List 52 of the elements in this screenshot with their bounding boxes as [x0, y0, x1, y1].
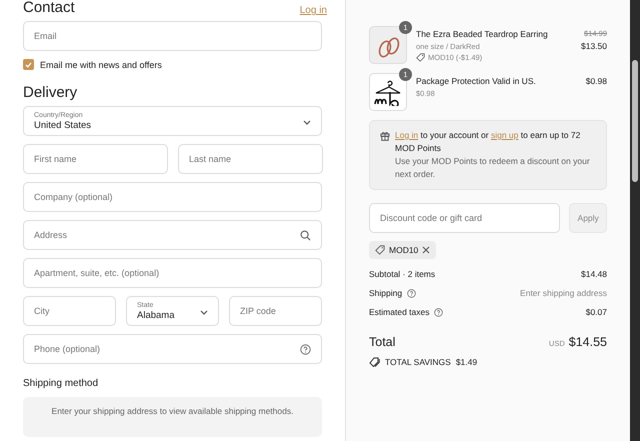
input-field[interactable]: City	[23, 296, 116, 326]
summary-label: Estimated taxes	[369, 307, 430, 317]
tag-icon	[416, 53, 425, 62]
section-heading: Contact	[23, 0, 75, 16]
chevron-down-icon	[303, 120, 311, 125]
savings-label: TOTAL SAVINGS	[385, 357, 451, 367]
points-message: Log in to your account or sign up to earn up to 72 MOD Points	[395, 129, 582, 155]
hanger-logo-drawing	[373, 80, 403, 106]
search-icon	[300, 230, 311, 240]
total-value: $14.55	[568, 335, 607, 349]
price: $0.98	[586, 76, 607, 86]
summary-label: Subtotal · 2 items	[369, 269, 436, 279]
scrollbar-thumb[interactable]	[632, 60, 638, 182]
discount-field[interactable]: Discount code or gift card	[369, 203, 560, 233]
apply-button[interactable]: Apply	[569, 203, 607, 233]
checkbox-label: Email me with news and offers	[40, 60, 162, 70]
discount-code: MOD10	[389, 245, 418, 255]
close-icon[interactable]	[422, 246, 430, 254]
input-field[interactable]: Company (optional)	[23, 182, 322, 212]
tags-icon	[369, 357, 380, 367]
product-name: Package Protection Valid in US.	[416, 76, 537, 86]
section-heading: Shipping method	[23, 378, 100, 389]
help-icon[interactable]	[300, 344, 311, 354]
input-field[interactable]: ZIP code	[229, 296, 322, 326]
input-field[interactable]: Phone (optional)	[23, 334, 322, 364]
summary-value: $0.07	[586, 307, 607, 317]
product-name: The Ezra Beaded Teardrop Earring	[416, 29, 549, 39]
chevron-down-icon	[200, 310, 208, 315]
login-link[interactable]: Log in	[300, 5, 327, 16]
input-field[interactable]: Email	[23, 21, 322, 51]
gift-icon	[380, 131, 390, 141]
price: $13.50	[581, 41, 607, 51]
points-note: Use your MOD Points to redeem a discount on your next order.	[395, 155, 591, 181]
login-link[interactable]: Log in	[395, 130, 418, 140]
tag-icon	[375, 245, 385, 255]
checkbox[interactable]	[23, 59, 34, 70]
total-label: Total	[369, 335, 396, 349]
earring-drawing	[378, 35, 400, 59]
summary-value: $14.48	[581, 269, 607, 279]
input-field[interactable]: First name	[23, 144, 168, 174]
summary-label: Shipping	[369, 288, 402, 298]
help-icon[interactable]	[407, 288, 416, 298]
input-field[interactable]: Last name	[178, 144, 323, 174]
signup-link[interactable]: sign up	[490, 130, 518, 140]
section-heading: Delivery	[23, 84, 78, 101]
checkmark-icon	[25, 62, 32, 68]
input-field[interactable]: Address	[23, 220, 322, 250]
savings-value: $1.49	[456, 357, 478, 367]
summary-value: Enter shipping address	[520, 288, 607, 298]
input-field[interactable]: Apartment, suite, etc. (optional)	[23, 258, 322, 288]
help-icon[interactable]	[434, 308, 444, 316]
shipping-notice: Enter your shipping address to view available shipping methods.	[23, 397, 322, 437]
